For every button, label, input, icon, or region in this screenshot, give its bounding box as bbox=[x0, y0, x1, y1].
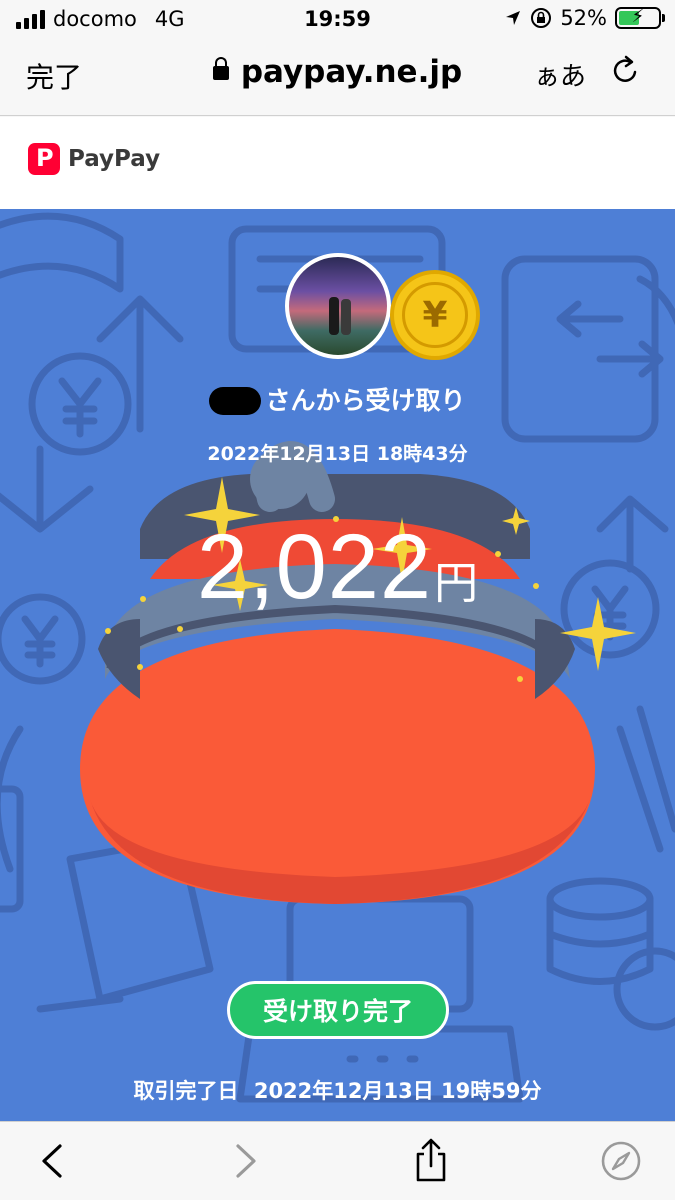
rotation-lock-icon bbox=[531, 8, 552, 28]
redacted-sender-name bbox=[209, 387, 262, 415]
received-complete-button[interactable]: 受け取り完了 bbox=[227, 981, 449, 1039]
amount-display: 2,022円 bbox=[0, 515, 675, 620]
receipt-panel: ¥ さんから受け取り 2022年12月13日 18時43分 2,022円 受け取… bbox=[0, 209, 675, 1121]
location-arrow-icon bbox=[506, 11, 521, 25]
sender-suffix: さんから受け取り bbox=[265, 386, 466, 415]
paypay-logo-mark-icon bbox=[28, 143, 60, 175]
forward-icon[interactable] bbox=[222, 1138, 268, 1184]
browser-toolbar bbox=[0, 1121, 675, 1200]
paypay-wordmark: PayPay bbox=[68, 146, 161, 172]
completed-datetime: 2022年12月13日 19時59分 bbox=[253, 1079, 542, 1103]
amount-unit: 円 bbox=[434, 559, 479, 608]
sender-avatar bbox=[285, 253, 391, 359]
amount-value: 2,022 bbox=[196, 516, 433, 618]
yen-coin-icon: ¥ bbox=[390, 270, 480, 360]
text-size-button[interactable]: ぁあ bbox=[534, 56, 586, 93]
status-bar: docomo 4G 19:59 52% ⚡ bbox=[0, 0, 675, 40]
compass-icon[interactable] bbox=[598, 1138, 644, 1184]
received-datetime: 2022年12月13日 18時43分 bbox=[207, 443, 468, 465]
status-right: 52% ⚡ bbox=[504, 6, 665, 30]
battery-icon: ⚡ bbox=[615, 6, 665, 29]
completed-label: 取引完了日 bbox=[133, 1079, 239, 1103]
share-icon[interactable] bbox=[408, 1138, 454, 1184]
reload-icon[interactable] bbox=[610, 54, 642, 86]
battery-percent: 52% bbox=[560, 6, 607, 30]
site-header: PayPay bbox=[0, 117, 675, 209]
url-text: paypay.ne.jp bbox=[240, 54, 463, 90]
paypay-logo[interactable]: PayPay bbox=[28, 143, 160, 175]
lock-icon bbox=[212, 57, 229, 80]
back-icon[interactable] bbox=[30, 1138, 76, 1184]
completed-date-line: 取引完了日 2022年12月13日 19時59分 bbox=[0, 1075, 675, 1105]
browser-url-bar: 完了 paypay.ne.jp ぁあ bbox=[0, 40, 675, 116]
sender-line: さんから受け取り bbox=[0, 381, 675, 417]
